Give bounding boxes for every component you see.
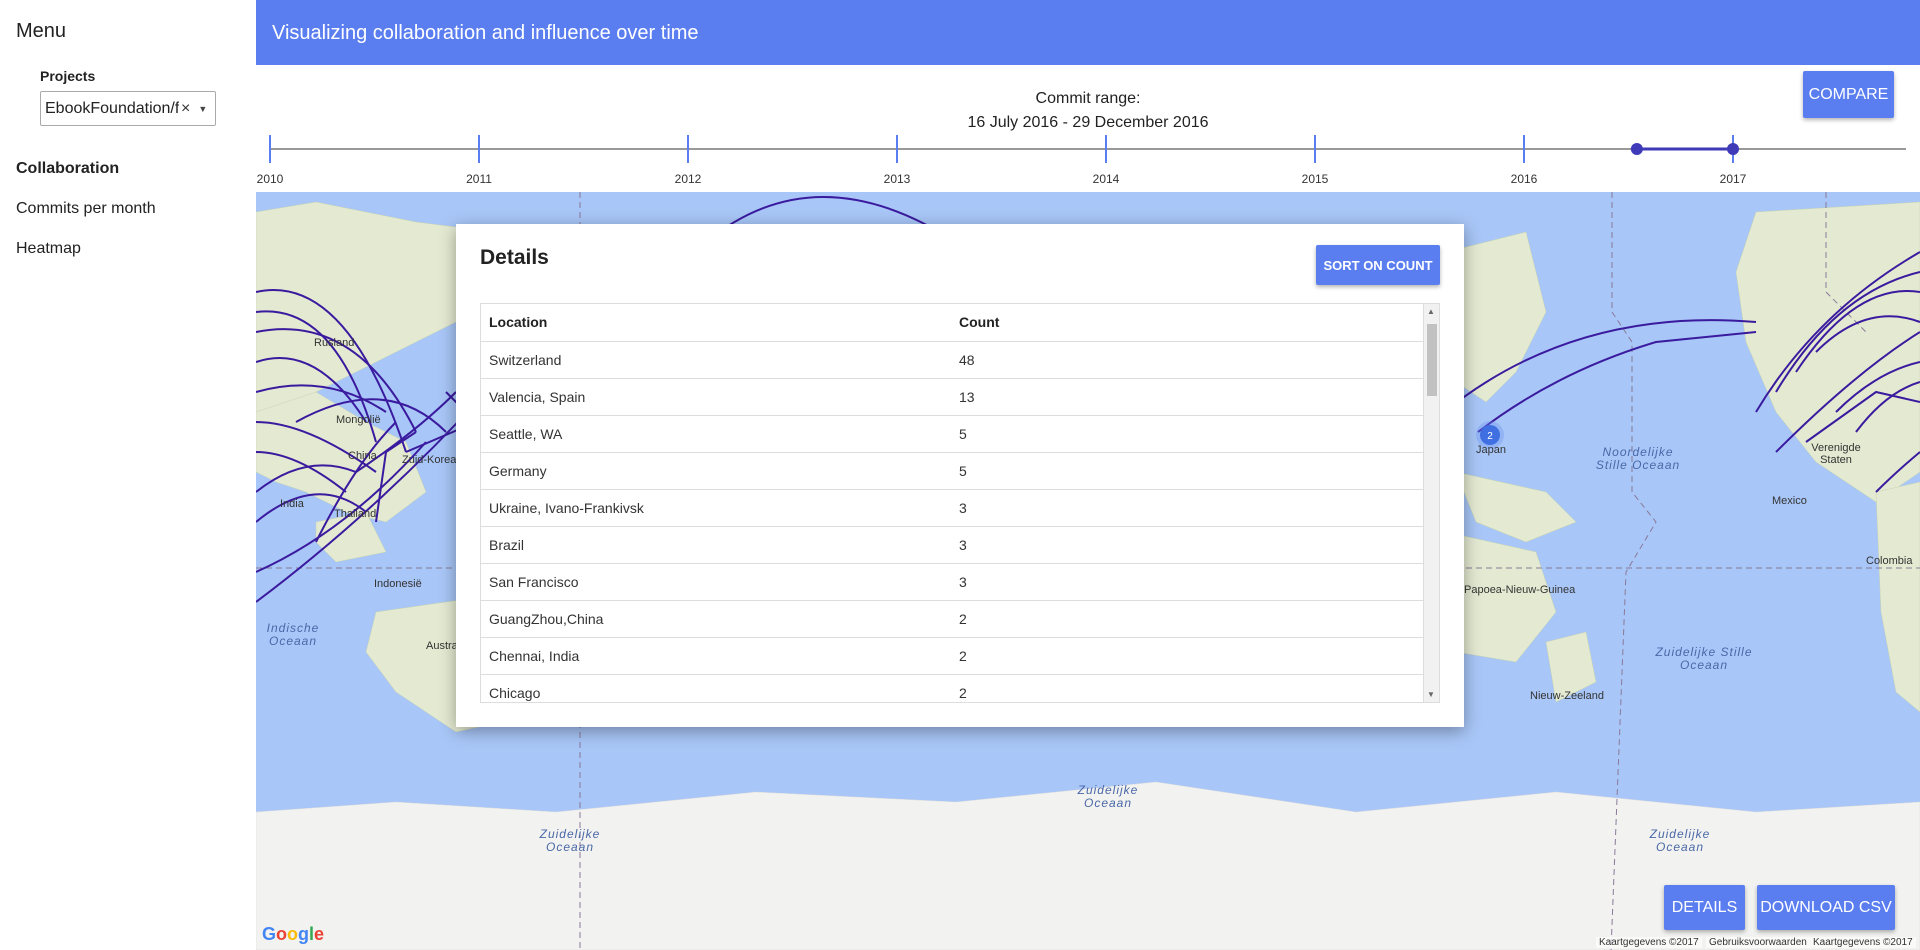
table-row: Valencia, Spain 13 (481, 378, 1425, 416)
ocean-label-zuid-1: Zuidelijke Oceaan (1077, 783, 1139, 810)
map-footer-terms[interactable]: Gebruiksvoorwaarden (1706, 937, 1810, 948)
chevron-down-icon[interactable]: ▼ (198, 104, 207, 114)
cell-count: 48 (951, 341, 1425, 379)
table-row: GuangZhou,China 2 (481, 600, 1425, 638)
map-label-colombia: Colombia (1866, 555, 1913, 567)
timeline-year-label: 2017 (1720, 172, 1747, 186)
clear-icon[interactable]: × (181, 100, 190, 118)
timeline-year-label: 2014 (1093, 172, 1120, 186)
column-header-count: Count (951, 304, 1425, 342)
cell-location: Chennai, India (481, 637, 951, 675)
table-row: San Francisco 3 (481, 563, 1425, 601)
map-label-mexico: Mexico (1772, 495, 1807, 507)
menu-title: Menu (16, 20, 67, 42)
table-row: Chennai, India 2 (481, 637, 1425, 675)
timeline-slider[interactable]: 2010 2011 2012 2013 2014 2015 2016 2017 (256, 125, 1920, 192)
details-title: Details (480, 246, 549, 269)
compare-button[interactable]: COMPARE (1803, 71, 1894, 118)
scroll-up-icon[interactable]: ▲ (1427, 307, 1435, 316)
timeline-year-label: 2015 (1302, 172, 1329, 186)
map-label-rusland: Rusland (314, 337, 355, 349)
project-select-value: EbookFoundation/free-programming-books (45, 99, 179, 117)
cell-count: 2 (951, 600, 1425, 638)
table-row: Chicago 2 (481, 674, 1425, 702)
cell-count: 13 (951, 378, 1425, 416)
cluster-count[interactable]: 2 (1487, 431, 1493, 442)
app-header: Visualizing collaboration and influence … (256, 0, 1920, 65)
timeline-year-label: 2016 (1511, 172, 1538, 186)
timeline-year-label: 2012 (675, 172, 702, 186)
map-label-mongolie: Mongolië (336, 414, 381, 426)
timeline-year-label: 2013 (884, 172, 911, 186)
table-scrollbar[interactable]: ▲ ▼ (1423, 304, 1439, 702)
ocean-label-zuid-stille: Zuidelijke Stille Oceaan (1655, 645, 1753, 672)
details-modal: Details SORT ON COUNT Location Count Swi… (456, 224, 1464, 727)
cell-count: 5 (951, 452, 1425, 490)
commit-range-label: Commit range: (1035, 90, 1141, 107)
table-header-row: Location Count (481, 304, 1425, 342)
cell-location: Brazil (481, 526, 951, 564)
cell-count: 5 (951, 415, 1425, 453)
map-label-japan: Japan (1476, 444, 1506, 456)
map-label-thailand: Thailand (334, 508, 377, 520)
project-select[interactable]: EbookFoundation/free-programming-books ×… (40, 91, 216, 126)
map-label-png: Papoea-Nieuw-Guinea (1464, 584, 1576, 596)
map-label-indonesie: Indonesië (374, 578, 422, 590)
ocean-label-noord-stille: Noordelijke Stille Oceaan (1595, 445, 1681, 472)
cell-count: 2 (951, 637, 1425, 675)
ocean-label-zuid-2: Zuidelijke Oceaan (539, 827, 601, 854)
timeline-end-handle (1727, 143, 1739, 155)
cell-location: Germany (481, 452, 951, 490)
scrollbar-thumb[interactable] (1427, 324, 1437, 396)
timeline-start-handle (1630, 143, 1643, 155)
cell-count: 3 (951, 563, 1425, 601)
ocean-label-zuid-3: Zuidelijke Oceaan (1649, 827, 1711, 854)
table-row: Brazil 3 (481, 526, 1425, 564)
map-label-india: India (280, 498, 304, 510)
map-footer-data2: Kaartgegevens ©2017 (1810, 937, 1916, 948)
timeline-area: Commit range: 16 July 2016 - 29 December… (256, 65, 1920, 192)
sort-on-count-button[interactable]: SORT ON COUNT (1316, 245, 1440, 285)
google-logo: Google (262, 924, 325, 944)
cell-location: Chicago (481, 674, 951, 702)
nav-item-heatmap[interactable]: Heatmap (16, 240, 81, 258)
page-title: Visualizing collaboration and influence … (272, 22, 699, 44)
table-row: Ukraine, Ivano-Frankivsk 3 (481, 489, 1425, 527)
details-table: Location Count Switzerland 48 Valencia, Sp… (481, 304, 1425, 702)
scroll-down-icon[interactable]: ▼ (1427, 690, 1435, 699)
cell-count: 3 (951, 489, 1425, 527)
land-png (1455, 471, 1577, 543)
map-label-vs: Verenigde Staten (1811, 442, 1861, 466)
map-footer-data: Kaartgegevens ©2017 (1596, 937, 1702, 948)
nav-item-commits-per-month[interactable]: Commits per month (16, 200, 156, 218)
land-south-america (1875, 481, 1920, 713)
details-table-wrap[interactable]: Location Count Switzerland 48 Valencia, Sp… (480, 303, 1440, 703)
details-button[interactable]: DETAILS (1664, 885, 1745, 930)
cell-location: Switzerland (481, 341, 951, 379)
map-label-zuid-korea: Zuid-Korea (402, 454, 457, 466)
cell-location: GuangZhou,China (481, 600, 951, 638)
nav-item-collaboration[interactable]: Collaboration (16, 160, 119, 178)
download-csv-button[interactable]: DOWNLOAD CSV (1757, 885, 1895, 930)
column-header-location: Location (481, 304, 951, 342)
table-row: Switzerland 48 (481, 341, 1425, 379)
cell-location: Seattle, WA (481, 415, 951, 453)
timeline-year-label: 2010 (257, 172, 284, 186)
timeline-year-label: 2011 (466, 172, 492, 186)
sidebar: Menu Projects EbookFoundation/free-progr… (0, 0, 256, 950)
table-row: Seattle, WA 5 (481, 415, 1425, 453)
cell-location: Ukraine, Ivano-Frankivsk (481, 489, 951, 527)
map-label-nieuw-zeeland: Nieuw-Zeeland (1530, 690, 1604, 702)
map-label-china: China (348, 450, 377, 462)
ocean-label-indisch: Indische Oceaan (266, 621, 320, 648)
cell-location: San Francisco (481, 563, 951, 601)
cell-count: 2 (951, 674, 1425, 702)
cell-count: 3 (951, 526, 1425, 564)
projects-label: Projects (40, 68, 96, 84)
table-row: Germany 5 (481, 452, 1425, 490)
cell-location: Valencia, Spain (481, 378, 951, 416)
